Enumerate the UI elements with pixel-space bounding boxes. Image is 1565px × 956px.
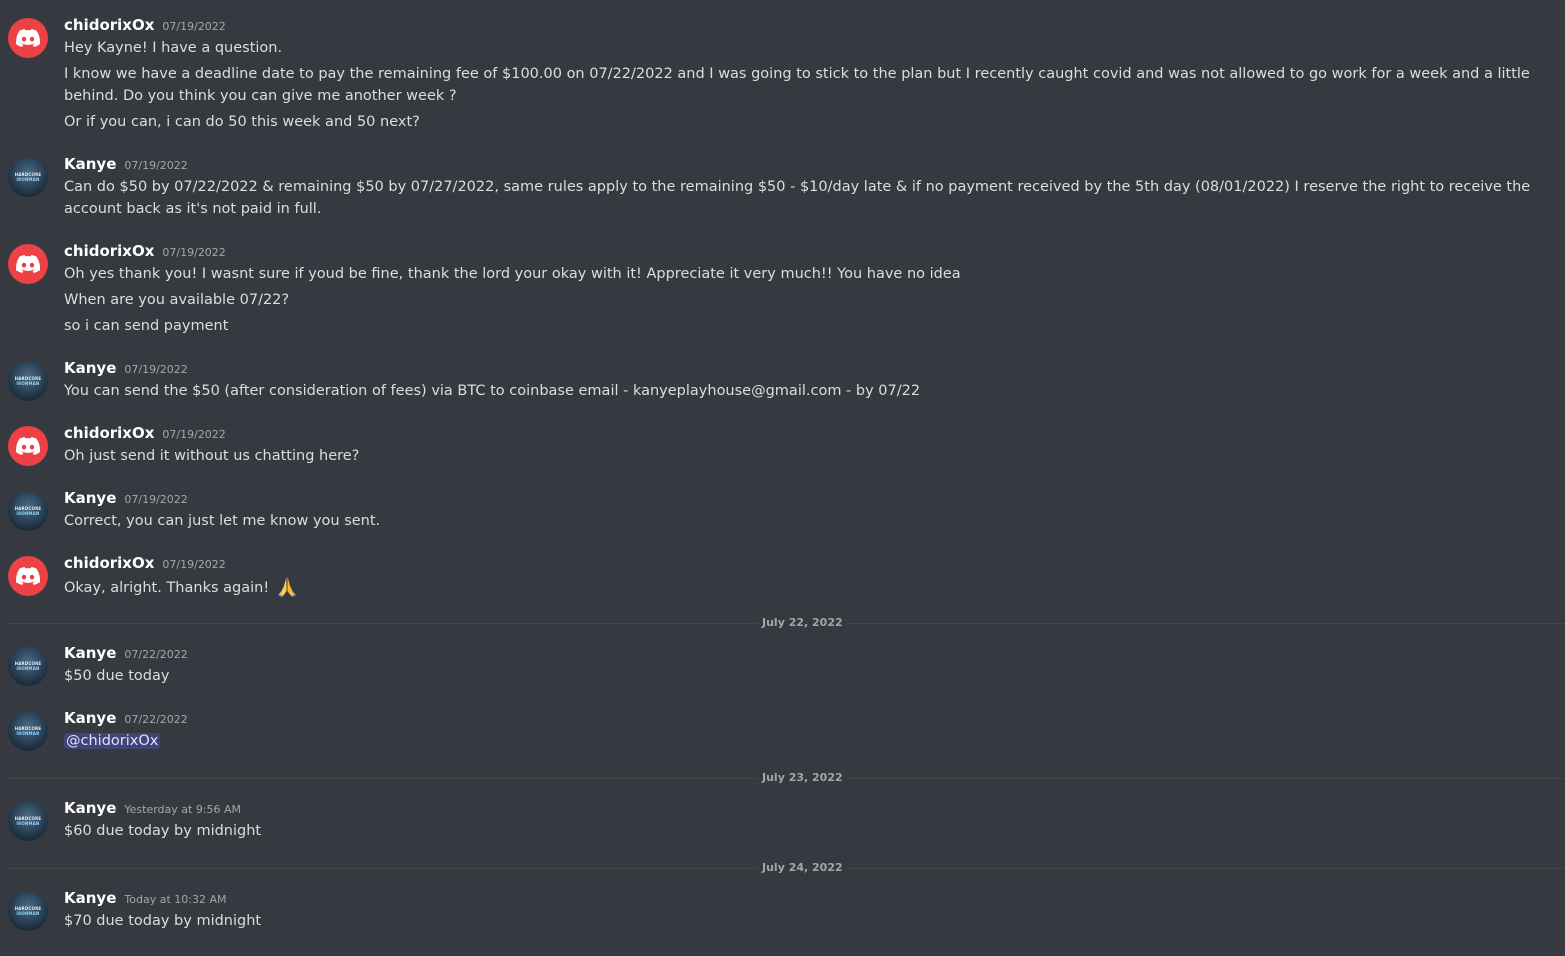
message-text: Oh just send it without us chatting here… [64, 448, 360, 464]
message-text: $70 due today by midnight [64, 913, 262, 929]
username[interactable]: Kanye [64, 489, 116, 507]
username[interactable]: chidorixOx [64, 242, 154, 260]
message-text: I know we have a deadline date to pay th… [64, 66, 1530, 104]
avatar-text: IRONMAN [16, 731, 40, 736]
message-text: @chidorixOx [64, 730, 1534, 752]
timestamp: 07/19/2022 [162, 558, 226, 571]
user-mention[interactable]: @chidorixOx [64, 733, 161, 749]
message-header: chidorixOx 07/19/2022 [64, 424, 226, 446]
date-divider-label: July 22, 2022 [758, 616, 847, 629]
avatar-text: IRONMAN [16, 177, 40, 182]
avatar-text: IRONMAN [16, 381, 40, 386]
discord-logo-icon [16, 437, 40, 455]
message-header: Kanye 07/19/2022 [64, 489, 188, 511]
discord-logo-icon [16, 29, 40, 47]
avatar-text: IRONMAN [16, 821, 40, 826]
date-divider: July 22, 2022 [8, 616, 1565, 629]
message-text-with-emoji: Okay, alright. Thanks again! [64, 575, 1534, 599]
username[interactable]: chidorixOx [64, 16, 154, 34]
message-header: Kanye 07/19/2022 [64, 155, 188, 177]
timestamp: 07/22/2022 [124, 648, 188, 661]
message-text: Correct, you can just let me know you se… [64, 513, 381, 529]
message-header: chidorixOx 07/19/2022 [64, 16, 226, 38]
message-header: chidorixOx 07/19/2022 [64, 554, 226, 576]
avatar-text: IRONMAN [16, 666, 40, 671]
message-text: $60 due today by midnight [64, 823, 262, 839]
timestamp: 07/19/2022 [124, 493, 188, 506]
timestamp: 07/22/2022 [124, 713, 188, 726]
avatar[interactable]: HARDCORE IRONMAN [8, 646, 48, 686]
username[interactable]: chidorixOx [64, 554, 154, 572]
avatar[interactable]: HARDCORE IRONMAN [8, 711, 48, 751]
message-text: Okay, alright. Thanks again! [64, 580, 270, 596]
avatar[interactable]: HARDCORE IRONMAN [8, 891, 48, 931]
username[interactable]: Kanye [64, 799, 116, 817]
message-text: Or if you can, i can do 50 this week and… [64, 114, 420, 130]
avatar[interactable] [8, 18, 48, 58]
date-divider: July 23, 2022 [8, 771, 1565, 784]
avatar[interactable]: HARDCORE IRONMAN [8, 491, 48, 531]
message-text: Can do $50 by 07/22/2022 & remaining $50… [64, 179, 1531, 217]
message-header: Kanye 07/19/2022 [64, 359, 188, 381]
message-header: Kanye Today at 10:32 AM [64, 889, 226, 911]
timestamp: 07/19/2022 [124, 159, 188, 172]
message-header: chidorixOx 07/19/2022 [64, 242, 226, 264]
timestamp: Yesterday at 9:56 AM [124, 803, 242, 816]
message-text: You can send the $50 (after consideratio… [64, 383, 921, 399]
message-header: Kanye 07/22/2022 [64, 709, 188, 731]
username[interactable]: Kanye [64, 644, 116, 662]
message-text: so i can send payment [64, 318, 229, 334]
avatar[interactable]: HARDCORE IRONMAN [8, 361, 48, 401]
avatar[interactable] [8, 556, 48, 596]
date-divider-label: July 24, 2022 [758, 861, 847, 874]
username[interactable]: Kanye [64, 709, 116, 727]
username[interactable]: chidorixOx [64, 424, 154, 442]
timestamp: Today at 10:32 AM [124, 893, 227, 906]
discord-logo-icon [16, 255, 40, 273]
username[interactable]: Kanye [64, 359, 116, 377]
message-text: Hey Kayne! I have a question. [64, 40, 283, 56]
message-text: $50 due today [64, 668, 170, 684]
message-text: Oh yes thank you! I wasnt sure if youd b… [64, 266, 961, 282]
discord-logo-icon [16, 567, 40, 585]
avatar[interactable]: HARDCORE IRONMAN [8, 801, 48, 841]
timestamp: 07/19/2022 [162, 20, 226, 33]
timestamp: 07/19/2022 [124, 363, 188, 376]
timestamp: 07/19/2022 [162, 246, 226, 259]
avatar[interactable] [8, 426, 48, 466]
avatar[interactable] [8, 244, 48, 284]
avatar[interactable]: HARDCORE IRONMAN [8, 157, 48, 197]
chat-messages: chidorixOx 07/19/2022 Hey Kayne! I have … [0, 0, 1565, 956]
folded-hands-icon [277, 577, 296, 597]
avatar-text: IRONMAN [16, 511, 40, 516]
username[interactable]: Kanye [64, 155, 116, 173]
message-text: When are you available 07/22? [64, 292, 290, 308]
timestamp: 07/19/2022 [162, 428, 226, 441]
message-header: Kanye 07/22/2022 [64, 644, 188, 666]
username[interactable]: Kanye [64, 889, 116, 907]
date-divider: July 24, 2022 [8, 861, 1565, 874]
date-divider-label: July 23, 2022 [758, 771, 847, 784]
avatar-text: IRONMAN [16, 911, 40, 916]
message-header: Kanye Yesterday at 9:56 AM [64, 799, 241, 821]
